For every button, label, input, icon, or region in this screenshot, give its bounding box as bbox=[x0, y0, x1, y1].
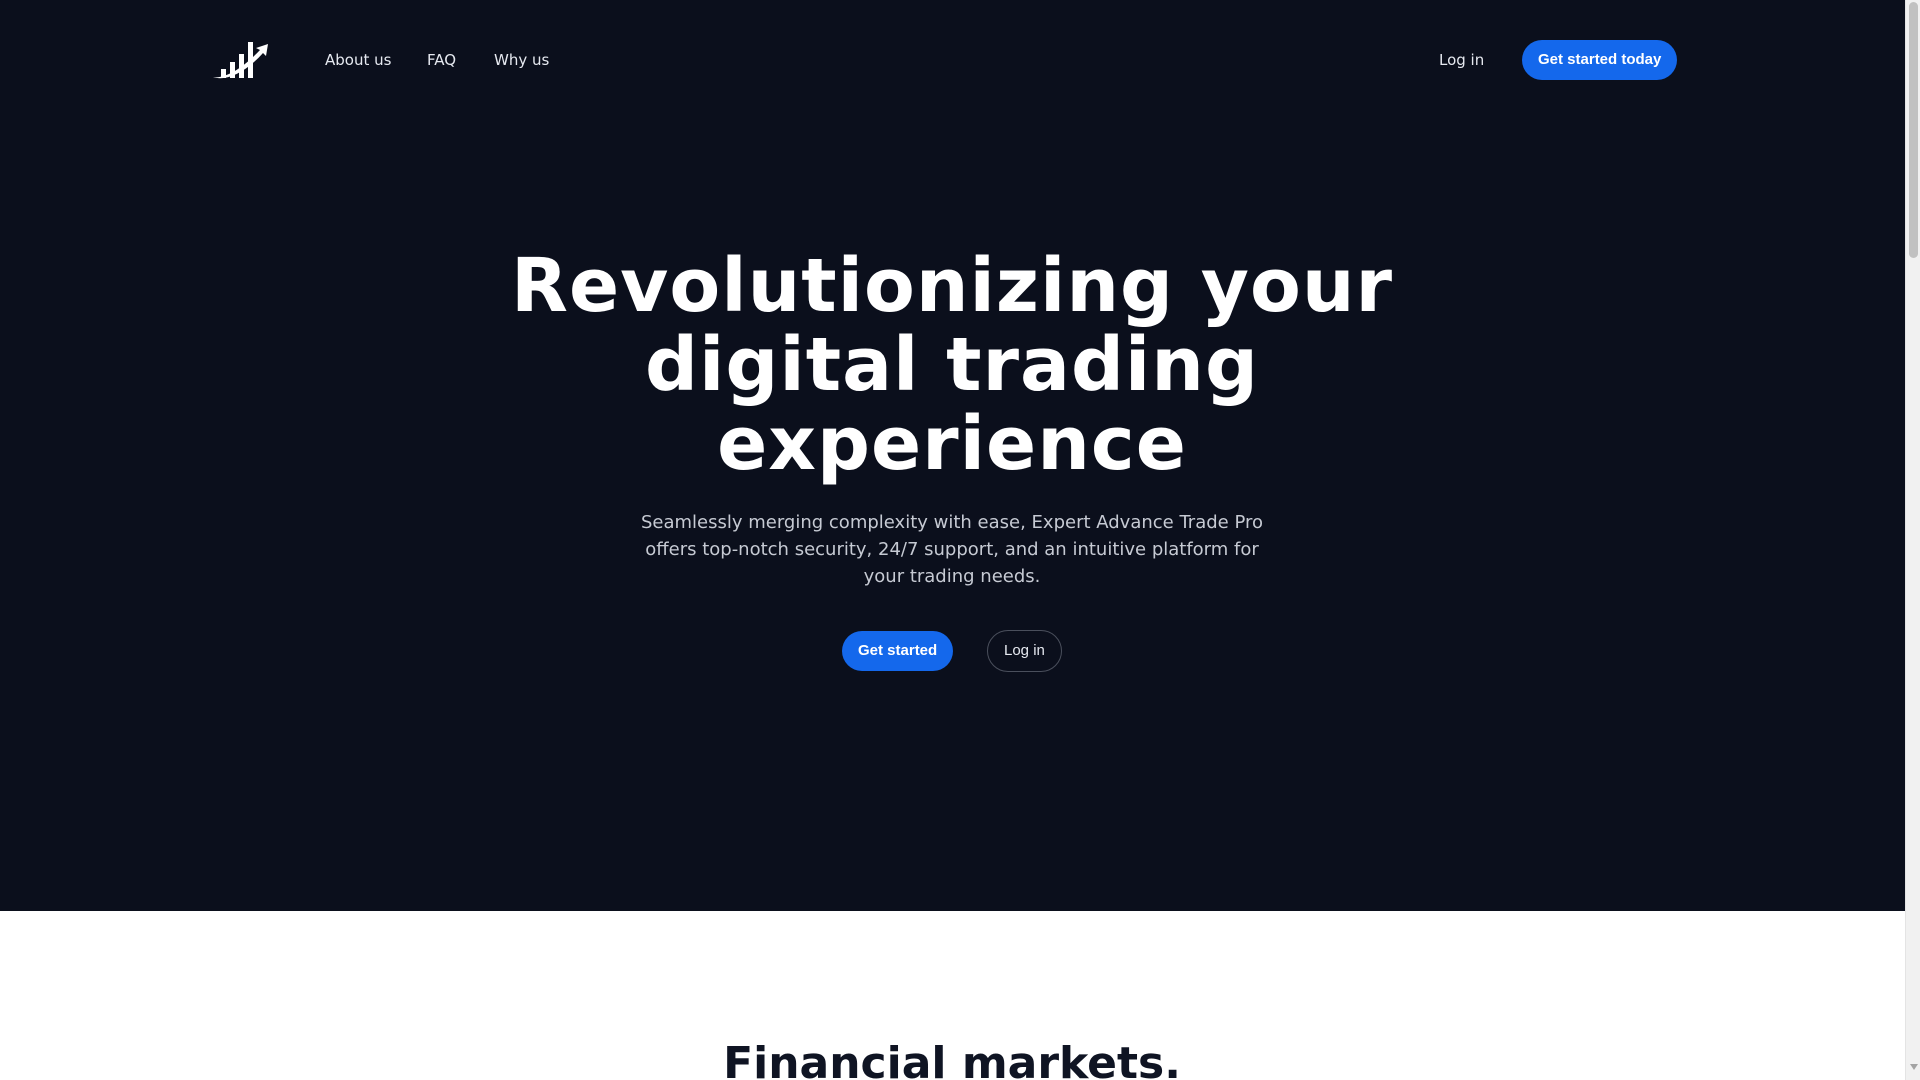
nav-link-faq[interactable]: FAQ bbox=[427, 50, 456, 70]
financial-markets-heading: Financial markets. bbox=[723, 1038, 1181, 1080]
scrollbar-thumb[interactable] bbox=[1909, 2, 1918, 258]
header-login-link[interactable]: Log in bbox=[1439, 50, 1484, 70]
rising-chart-swoosh-icon bbox=[213, 42, 268, 79]
hero-login-button[interactable]: Log in bbox=[987, 630, 1062, 672]
top-navigation: About us FAQ Why us Log in Get started t… bbox=[211, 38, 1694, 82]
logo-icon[interactable] bbox=[211, 38, 269, 82]
get-started-today-button[interactable]: Get started today bbox=[1522, 40, 1678, 80]
nav-link-why-us[interactable]: Why us bbox=[494, 50, 549, 70]
page-scrollbar[interactable] bbox=[1905, 0, 1920, 1080]
hero-subtitle: Seamlessly merging complexity with ease,… bbox=[640, 512, 1264, 587]
scroll-down-arrow-icon[interactable] bbox=[1910, 1064, 1918, 1070]
get-started-button[interactable]: Get started bbox=[842, 631, 954, 671]
hero-title: Revolutionizing your digital trading exp… bbox=[510, 243, 1394, 487]
nav-link-about-us[interactable]: About us bbox=[325, 50, 391, 70]
hero-section: About us FAQ Why us Log in Get started t… bbox=[0, 0, 1905, 911]
landing-page: About us FAQ Why us Log in Get started t… bbox=[0, 0, 1905, 1080]
